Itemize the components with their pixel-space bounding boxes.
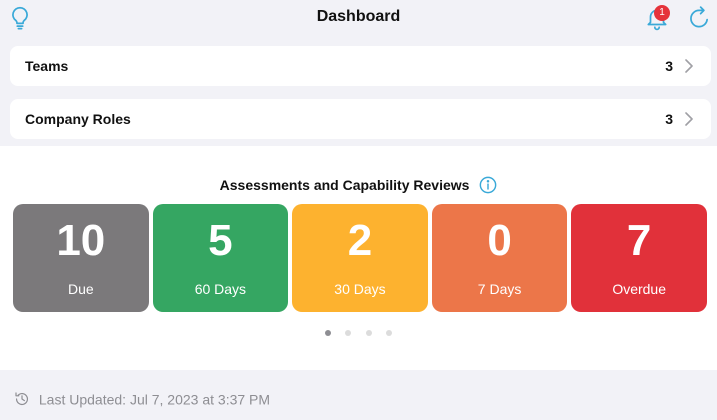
company-roles-count: 3 — [665, 111, 673, 127]
card-label: 60 Days — [194, 281, 247, 297]
last-updated: Last Updated: Jul 7, 2023 at 3:37 PM — [14, 390, 270, 408]
teams-label: Teams — [25, 58, 69, 74]
card-value: 7 — [626, 216, 652, 265]
card-due[interactable]: 10 Due — [13, 204, 149, 312]
page-indicator[interactable] — [0, 323, 717, 341]
card-30-days[interactable]: 2 30 Days — [292, 204, 428, 312]
info-icon[interactable] — [479, 176, 497, 194]
assessments-title: Assessments and Capability Reviews — [0, 176, 717, 194]
page-dot[interactable] — [324, 330, 331, 336]
chevron-right-icon — [685, 112, 693, 126]
notification-badge: 1 — [654, 5, 670, 21]
refresh-icon[interactable] — [686, 5, 712, 31]
assessment-cards: 10 Due 5 60 Days 2 30 Days 0 7 Days 7 Ov… — [13, 204, 707, 312]
company-roles-label: Company Roles — [25, 111, 131, 127]
card-7-days[interactable]: 0 7 Days — [431, 204, 568, 312]
card-overdue[interactable]: 7 Overdue — [571, 204, 707, 312]
assessments-panel: Assessments and Capability Reviews 10 Du… — [0, 146, 717, 370]
teams-row[interactable]: Teams 3 — [10, 46, 711, 86]
card-label: Overdue — [612, 281, 667, 297]
last-updated-text: Last Updated: Jul 7, 2023 at 3:37 PM — [38, 391, 271, 408]
company-roles-row[interactable]: Company Roles 3 — [10, 99, 711, 139]
card-value: 10 — [56, 216, 106, 265]
assessments-title-text: Assessments and Capability Reviews — [219, 177, 470, 194]
chevron-right-icon — [685, 59, 693, 73]
card-value: 5 — [208, 216, 233, 265]
top-bar: Dashboard 1 — [0, 0, 717, 38]
card-label: Due — [67, 281, 94, 297]
card-60-days[interactable]: 5 60 Days — [152, 204, 289, 312]
teams-count: 3 — [665, 58, 673, 74]
page-dot[interactable] — [386, 330, 393, 336]
card-value: 2 — [347, 216, 373, 265]
page-title: Dashboard — [316, 8, 401, 25]
history-clock-icon — [15, 392, 29, 406]
card-label: 30 Days — [334, 281, 386, 297]
card-value: 0 — [487, 216, 512, 265]
card-label: 7 Days — [477, 281, 522, 297]
page-dot[interactable] — [365, 330, 372, 336]
page-dot[interactable] — [345, 330, 352, 336]
